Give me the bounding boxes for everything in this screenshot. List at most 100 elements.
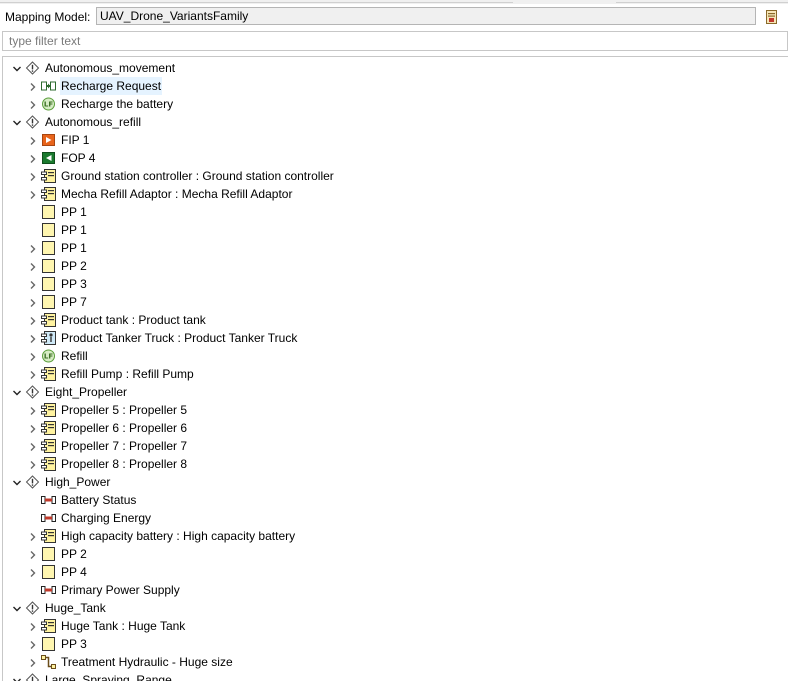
tree-item-label: Eight_Propeller [45, 385, 128, 399]
component-part-icon [41, 403, 56, 417]
tree-item-row[interactable]: Product Tanker Truck : Product Tanker Tr… [3, 329, 783, 347]
physical-port-icon [41, 223, 56, 237]
expand-toggle-icon[interactable] [11, 476, 23, 488]
tree-item-label: Large_Spraying_Range [45, 673, 172, 681]
tree-item-row[interactable]: Mecha Refill Adaptor : Mecha Refill Adap… [3, 185, 783, 203]
collapse-toggle-icon[interactable] [27, 188, 39, 200]
functional-exchange-icon [41, 79, 56, 93]
tree-item-row[interactable]: Primary Power Supply [3, 581, 783, 599]
exchange-item-icon [41, 511, 56, 525]
tree-item-row[interactable]: Refill Pump : Refill Pump [3, 365, 783, 383]
tree-item-row[interactable]: Product tank : Product tank [3, 311, 783, 329]
tree-feature-row[interactable]: Autonomous_refill [3, 113, 783, 131]
filter-input[interactable] [2, 31, 788, 51]
expand-toggle-icon[interactable] [11, 386, 23, 398]
tree-item-row[interactable]: PP 2 [3, 545, 783, 563]
tree-item-row[interactable]: Propeller 7 : Propeller 7 [3, 437, 783, 455]
collapse-toggle-icon[interactable] [27, 368, 39, 380]
tree-item-row[interactable]: PP 1 [3, 239, 783, 257]
tree-item-row[interactable]: PP 2 [3, 257, 783, 275]
tree-item-label: FIP 1 [61, 133, 90, 147]
tree-feature-row[interactable]: Autonomous_movement [3, 59, 783, 77]
expand-toggle-icon[interactable] [11, 602, 23, 614]
expand-toggle-icon[interactable] [11, 62, 23, 74]
output-port-icon [41, 151, 56, 165]
physical-port-icon [41, 565, 56, 579]
mapping-model-field[interactable]: UAV_Drone_VariantsFamily [96, 7, 756, 25]
svg-text:LF: LF [44, 353, 53, 361]
tree-item-label: Recharge Request [60, 77, 163, 95]
tree-item-row[interactable]: Charging Energy [3, 509, 783, 527]
tree-item-label: Charging Energy [61, 511, 152, 525]
tree-item-row[interactable]: PP 1 [3, 203, 783, 221]
tree-item-row[interactable]: PP 7 [3, 293, 783, 311]
collapse-toggle-icon[interactable] [27, 332, 39, 344]
tree-item-row[interactable]: Treatment Hydraulic - Huge size [3, 653, 783, 671]
tree-item-label: PP 3 [61, 637, 87, 651]
feature-icon [25, 115, 40, 129]
tree-item-row[interactable]: Propeller 5 : Propeller 5 [3, 401, 783, 419]
tree-item-label: Product tank : Product tank [61, 313, 206, 327]
tree-item-row[interactable]: Huge Tank : Huge Tank [3, 617, 783, 635]
mapping-model-row: Mapping Model: UAV_Drone_VariantsFamily [0, 4, 788, 30]
collapse-toggle-icon[interactable] [27, 134, 39, 146]
tree-item-row[interactable]: High capacity battery : High capacity ba… [3, 527, 783, 545]
tree-item-label: PP 2 [61, 547, 87, 561]
tree-item-label: Battery Status [61, 493, 137, 507]
collapse-toggle-icon[interactable] [27, 530, 39, 542]
component-part-icon [41, 367, 56, 381]
collapse-toggle-icon[interactable] [27, 548, 39, 560]
collapse-toggle-icon[interactable] [27, 314, 39, 326]
collapse-toggle-icon[interactable] [27, 620, 39, 632]
expand-toggle-icon[interactable] [11, 674, 23, 681]
collapse-toggle-icon[interactable] [27, 170, 39, 182]
tree-item-row[interactable]: PP 4 [3, 563, 783, 581]
tree-item-row[interactable]: PP 3 [3, 635, 783, 653]
expand-toggle-icon[interactable] [11, 116, 23, 128]
component-part-icon [41, 457, 56, 471]
tree-item-row[interactable]: Propeller 6 : Propeller 6 [3, 419, 783, 437]
collapse-toggle-icon[interactable] [27, 80, 39, 92]
tree-feature-row[interactable]: High_Power [3, 473, 783, 491]
collapse-toggle-icon[interactable] [27, 98, 39, 110]
tree-item-row[interactable]: Battery Status [3, 491, 783, 509]
tree-feature-row[interactable]: Eight_Propeller [3, 383, 783, 401]
browse-model-icon[interactable] [764, 9, 780, 25]
tree-item-row[interactable]: Ground station controller : Ground stati… [3, 167, 783, 185]
collapse-toggle-icon[interactable] [27, 350, 39, 362]
collapse-toggle-icon[interactable] [27, 638, 39, 650]
tree-feature-row[interactable]: Large_Spraying_Range [3, 671, 783, 681]
collapse-toggle-icon[interactable] [27, 242, 39, 254]
tree-item-row[interactable]: FIP 1 [3, 131, 783, 149]
collapse-toggle-icon[interactable] [27, 440, 39, 452]
tree-item-row[interactable]: Propeller 8 : Propeller 8 [3, 455, 783, 473]
tree-item-label: Refill [61, 349, 88, 363]
collapse-toggle-icon[interactable] [27, 296, 39, 308]
tree-item-row[interactable]: LF Refill [3, 347, 783, 365]
collapse-toggle-icon[interactable] [27, 458, 39, 470]
tree-item-row[interactable]: LF Recharge the battery [3, 95, 783, 113]
collapse-toggle-icon[interactable] [27, 278, 39, 290]
component-part-icon [41, 619, 56, 633]
collapse-toggle-icon[interactable] [27, 566, 39, 578]
collapse-toggle-icon[interactable] [27, 152, 39, 164]
tree-item-row[interactable]: PP 1 [3, 221, 783, 239]
collapse-toggle-icon[interactable] [27, 260, 39, 272]
input-port-icon [41, 133, 56, 147]
collapse-toggle-icon[interactable] [27, 422, 39, 434]
physical-port-icon [41, 295, 56, 309]
tree-item-label: Primary Power Supply [61, 583, 180, 597]
physical-port-icon [41, 259, 56, 273]
tree-item-row[interactable]: PP 3 [3, 275, 783, 293]
tree-item-label: Ground station controller : Ground stati… [61, 169, 334, 183]
tree-item-row[interactable]: FOP 4 [3, 149, 783, 167]
collapse-toggle-icon[interactable] [27, 404, 39, 416]
component-part-icon [41, 529, 56, 543]
collapse-toggle-icon[interactable] [27, 656, 39, 668]
physical-port-icon [41, 205, 56, 219]
tree-item-label: PP 7 [61, 295, 87, 309]
feature-icon [25, 475, 40, 489]
tree-feature-row[interactable]: Huge_Tank [3, 599, 783, 617]
tree-item-label: Treatment Hydraulic - Huge size [61, 655, 233, 669]
tree-item-row[interactable]: Recharge Request [3, 77, 783, 95]
